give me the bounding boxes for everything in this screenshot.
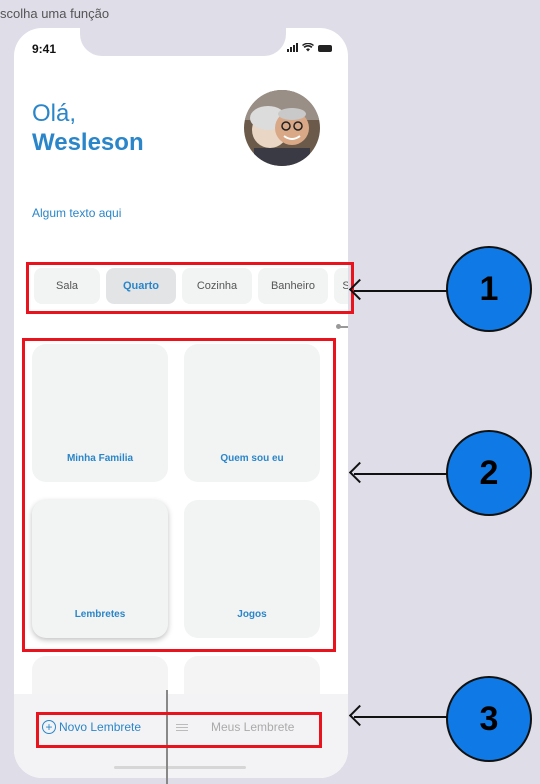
- callout-badge-2: 2: [446, 430, 532, 516]
- avatar[interactable]: [244, 90, 320, 166]
- callout-badge-1: 1: [446, 246, 532, 332]
- signal-icon: [287, 43, 298, 52]
- wifi-icon: [302, 43, 314, 52]
- highlight-box-tabs: [26, 262, 354, 314]
- status-icons: [287, 43, 332, 52]
- avatar-image: [244, 90, 320, 166]
- arrow-2: [354, 473, 454, 475]
- page-caption: scolha uma função: [0, 6, 110, 21]
- callout-badge-3: 3: [446, 676, 532, 762]
- highlight-box-cards: [22, 338, 336, 652]
- arrow-3: [354, 716, 454, 718]
- notch: [80, 28, 286, 56]
- greeting-name: Wesleson: [32, 128, 144, 156]
- subtitle-text: Algum texto aqui: [32, 206, 122, 220]
- highlight-box-bottom-bar: [36, 712, 322, 748]
- home-indicator: [114, 766, 246, 769]
- greeting-hello: Olá,: [32, 100, 77, 127]
- battery-icon: [318, 45, 332, 52]
- arrow-1: [354, 290, 454, 292]
- scroll-indicator: [336, 324, 348, 329]
- status-time: 9:41: [32, 42, 57, 56]
- greeting: Olá, Wesleson: [32, 100, 144, 158]
